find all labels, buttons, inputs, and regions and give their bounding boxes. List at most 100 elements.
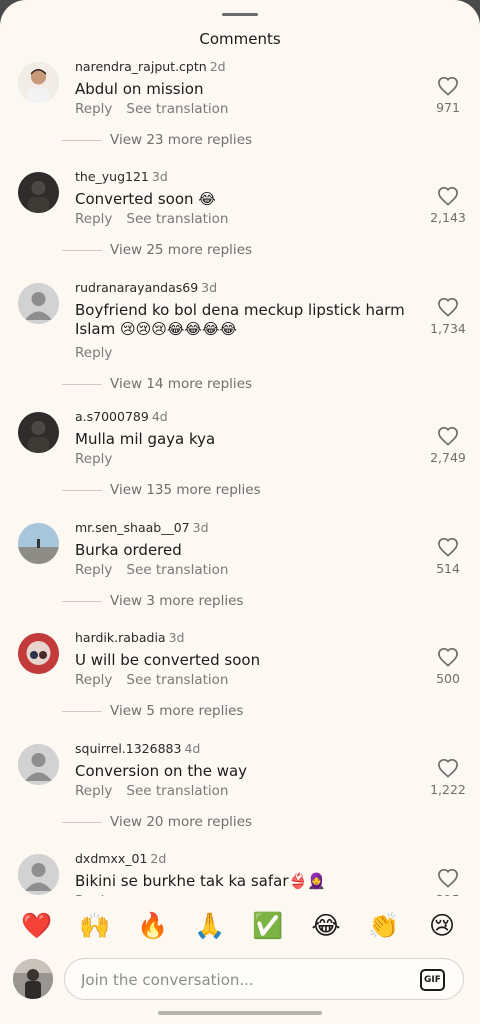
comment-item: hardik.rabadia 3d U will be converted soon…: [0, 627, 480, 731]
commenter-avatar[interactable]: [18, 62, 59, 103]
comment-text: Mulla mil gaya kya: [75, 430, 216, 448]
heart-icon[interactable]: [428, 537, 468, 557]
comment-username[interactable]: hardik.rabadia 3d: [75, 630, 184, 645]
commenter-avatar[interactable]: [18, 172, 59, 213]
commenter-avatar[interactable]: [18, 854, 59, 895]
commenter-avatar[interactable]: [18, 523, 59, 564]
comment-username[interactable]: narendra_rajput.cptn 2d: [75, 59, 226, 74]
username-text[interactable]: narendra_rajput.cptn: [75, 59, 207, 74]
comment-actions: Reply: [75, 451, 126, 467]
comment-item: squirrel.1326883 4d Conversion on the way R…: [0, 738, 480, 842]
comment-age: 3d: [192, 520, 209, 535]
heart-icon[interactable]: [428, 297, 468, 317]
username-text[interactable]: rudranarayandas69: [75, 280, 198, 295]
like-button[interactable]: 2,143: [428, 186, 468, 225]
like-button[interactable]: 215: [428, 868, 468, 896]
emoji-bar: ❤️ 🙌 🔥 🙏 ✅ 😂 👏 😢: [0, 908, 480, 948]
check-mark-emoji-icon[interactable]: ✅: [248, 908, 288, 944]
reply-button[interactable]: Reply: [75, 562, 112, 578]
reply-button[interactable]: Reply: [75, 893, 112, 896]
red-heart-emoji-icon[interactable]: ❤️: [17, 908, 57, 944]
view-replies-label[interactable]: View 25 more replies: [110, 242, 252, 258]
username-text[interactable]: the_yug121: [75, 169, 149, 184]
home-indicator: [158, 1011, 322, 1015]
drag-handle[interactable]: [222, 13, 258, 16]
commenter-avatar[interactable]: [18, 283, 59, 324]
username-text[interactable]: dxdmxx_01: [75, 851, 147, 866]
view-replies-label[interactable]: View 20 more replies: [110, 814, 252, 830]
view-replies-label[interactable]: View 3 more replies: [110, 593, 243, 609]
see-translation-button[interactable]: See translation: [126, 783, 228, 799]
comment-age: 3d: [151, 169, 168, 184]
see-translation-button[interactable]: See translation: [126, 672, 228, 688]
username-text[interactable]: a.s7000789: [75, 409, 149, 424]
fire-emoji-icon[interactable]: 🔥: [133, 908, 173, 944]
see-translation-button[interactable]: See translation: [126, 211, 228, 227]
heart-icon[interactable]: [428, 868, 468, 888]
heart-icon[interactable]: [428, 186, 468, 206]
view-replies-button[interactable]: View 14 more replies: [62, 376, 252, 392]
comment-username[interactable]: squirrel.1326883 4d: [75, 741, 200, 756]
like-button[interactable]: 1,734: [428, 297, 468, 336]
view-replies-button[interactable]: View 135 more replies: [62, 482, 261, 498]
raised-hands-emoji-icon[interactable]: 🙌: [75, 908, 115, 944]
comment-list[interactable]: narendra_rajput.cptn 2d Abdul on mission Re…: [0, 56, 480, 896]
view-replies-label[interactable]: View 5 more replies: [110, 703, 243, 719]
heart-icon[interactable]: [428, 758, 468, 778]
like-count: 971: [436, 100, 460, 115]
like-button[interactable]: 971: [428, 76, 468, 115]
divider-line: [62, 249, 102, 251]
heart-icon[interactable]: [428, 647, 468, 667]
heart-icon[interactable]: [428, 426, 468, 446]
like-button[interactable]: 500: [428, 647, 468, 686]
view-replies-label[interactable]: View 23 more replies: [110, 132, 252, 148]
like-count: 514: [436, 561, 460, 576]
sheet-title: Comments: [199, 30, 281, 48]
comment-actions: Reply: [75, 345, 126, 361]
gif-button[interactable]: GIF: [420, 969, 445, 991]
username-text[interactable]: hardik.rabadia: [75, 630, 166, 645]
like-button[interactable]: 2,749: [428, 426, 468, 465]
username-text[interactable]: mr.sen_shaab__07: [75, 520, 190, 535]
comment-username[interactable]: dxdmxx_01 2d: [75, 851, 166, 866]
tears-of-joy-emoji-icon[interactable]: 😂: [306, 908, 346, 944]
reply-button[interactable]: Reply: [75, 783, 112, 799]
reply-button[interactable]: Reply: [75, 101, 112, 117]
heart-icon[interactable]: [428, 76, 468, 96]
see-translation-button[interactable]: See translation: [126, 101, 228, 117]
view-replies-button[interactable]: View 5 more replies: [62, 703, 243, 719]
view-replies-button[interactable]: View 23 more replies: [62, 132, 252, 148]
commenter-avatar[interactable]: [18, 412, 59, 453]
like-button[interactable]: 514: [428, 537, 468, 576]
comment-text: Bikini se burkhe tak ka safar👙🧕: [75, 872, 326, 890]
folded-hands-emoji-icon[interactable]: 🙏: [190, 908, 230, 944]
comment-composer[interactable]: GIF: [64, 958, 464, 1000]
comment-item: a.s7000789 4d Mulla mil gaya kya Reply 2,749…: [0, 406, 480, 510]
comment-username[interactable]: a.s7000789 4d: [75, 409, 168, 424]
comment-username[interactable]: the_yug121 3d: [75, 169, 168, 184]
reply-button[interactable]: Reply: [75, 672, 112, 688]
see-translation-button[interactable]: See translation: [126, 562, 228, 578]
view-replies-button[interactable]: View 20 more replies: [62, 814, 252, 830]
username-text[interactable]: squirrel.1326883: [75, 741, 181, 756]
comment-age: 4d: [151, 409, 168, 424]
comment-text: Converted soon 😂: [75, 190, 216, 208]
comment-text: Burka ordered: [75, 541, 182, 559]
view-replies-label[interactable]: View 135 more replies: [110, 482, 261, 498]
view-replies-button[interactable]: View 25 more replies: [62, 242, 252, 258]
crying-face-emoji-icon[interactable]: 😢: [422, 908, 462, 944]
comment-username[interactable]: rudranarayandas69 3d: [75, 280, 217, 295]
comment-input[interactable]: [81, 969, 401, 991]
reply-button[interactable]: Reply: [75, 451, 112, 467]
commenter-avatar[interactable]: [18, 633, 59, 674]
like-button[interactable]: 1,222: [428, 758, 468, 797]
clapping-hands-emoji-icon[interactable]: 👏: [364, 908, 404, 944]
view-replies-button[interactable]: View 3 more replies: [62, 593, 243, 609]
comment-item: rudranarayandas69 3d Boyfriend ko bol dena…: [0, 277, 480, 392]
comment-text: Conversion on the way: [75, 762, 248, 780]
comment-username[interactable]: mr.sen_shaab__07 3d: [75, 520, 209, 535]
reply-button[interactable]: Reply: [75, 345, 112, 361]
reply-button[interactable]: Reply: [75, 211, 112, 227]
view-replies-label[interactable]: View 14 more replies: [110, 376, 252, 392]
commenter-avatar[interactable]: [18, 744, 59, 785]
